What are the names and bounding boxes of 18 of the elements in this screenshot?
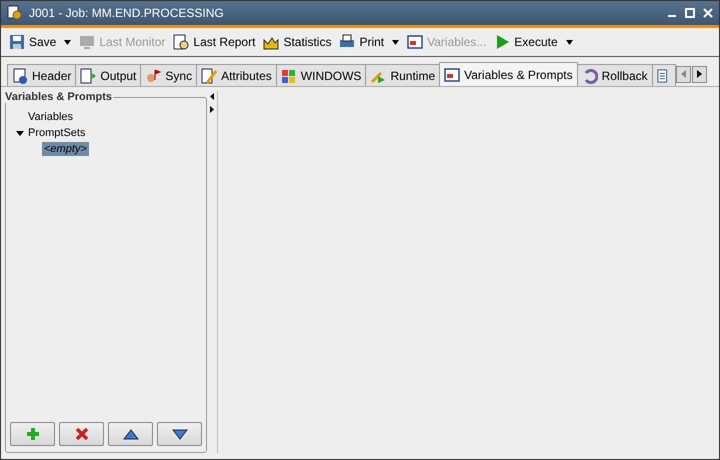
tree-item[interactable]: PromptSets <box>26 126 88 140</box>
tab[interactable]: Output <box>75 64 142 86</box>
tab[interactable]: Variables & Prompts <box>439 62 578 86</box>
tab[interactable]: Rollback <box>576 64 653 86</box>
tab[interactable]: WINDOWS <box>276 64 366 86</box>
toolbar-button[interactable]: Last Report <box>173 34 256 50</box>
toolbar-button[interactable]: Execute <box>494 34 558 50</box>
toolbar-button[interactable]: Print <box>339 34 384 50</box>
window-title: J001 - Job: MM.END.PROCESSING <box>29 6 224 20</box>
tab[interactable]: Header <box>7 64 76 86</box>
toolbar-button[interactable]: Statistics <box>263 34 332 50</box>
tab[interactable]: Sync <box>140 64 198 86</box>
toolbar-button[interactable]: Save <box>9 34 56 50</box>
tab[interactable]: Runtime <box>365 64 440 86</box>
tree-item[interactable]: Variables <box>26 110 76 124</box>
tab[interactable]: Attributes <box>196 64 277 86</box>
panel-title: Variables & Prompts <box>4 91 113 103</box>
tree-item[interactable]: <empty> <box>42 142 89 156</box>
